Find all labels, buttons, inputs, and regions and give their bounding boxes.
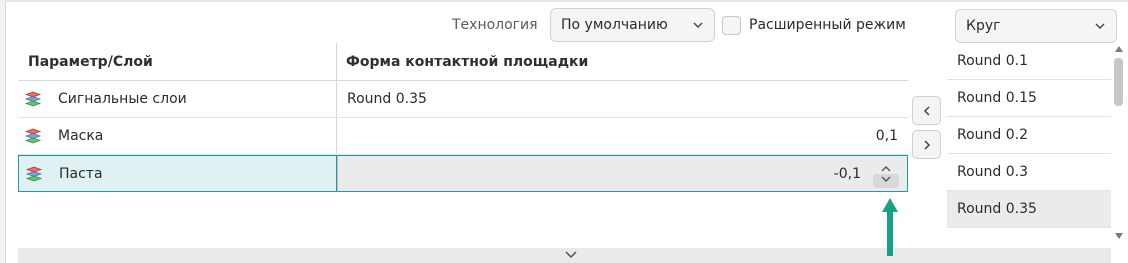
column-header-parameter[interactable]: Параметр/Слой bbox=[28, 43, 153, 81]
layers-stack-icon bbox=[25, 166, 43, 182]
shape-select[interactable]: Круг bbox=[955, 9, 1117, 43]
table-row[interactable]: Сигнальные слои Round 0.35 bbox=[18, 81, 908, 118]
column-header-pad-shape[interactable]: Форма контактной площадки bbox=[346, 43, 588, 81]
mask-value: 0,1 bbox=[875, 128, 898, 144]
list-scrollbar[interactable] bbox=[1112, 43, 1126, 248]
table-header: Параметр/Слой Форма контактной площадки bbox=[18, 43, 908, 81]
top-divider bbox=[5, 0, 1128, 2]
table-row[interactable]: Маска 0,1 bbox=[18, 118, 908, 155]
layers-stack-icon bbox=[24, 91, 42, 107]
expand-bar[interactable] bbox=[18, 248, 1111, 263]
chevron-right-icon bbox=[924, 140, 931, 150]
scroll-up-icon[interactable] bbox=[1115, 46, 1123, 52]
move-left-button[interactable] bbox=[912, 96, 941, 125]
layer-name: Паста bbox=[59, 166, 103, 182]
layer-name: Сигнальные слои bbox=[58, 91, 187, 107]
advanced-mode-label: Расширенный режим bbox=[749, 17, 906, 33]
chevron-down-icon bbox=[565, 251, 577, 259]
technology-label: Технология bbox=[452, 17, 538, 33]
move-right-button[interactable] bbox=[912, 130, 941, 159]
list-item[interactable]: Round 0.2 bbox=[947, 117, 1111, 154]
table-row-selected[interactable]: Паста -0,1 bbox=[18, 155, 908, 192]
layer-name: Маска bbox=[58, 128, 104, 144]
scrollbar-thumb[interactable] bbox=[1114, 58, 1123, 106]
layer-cell[interactable]: Сигнальные слои bbox=[18, 81, 337, 118]
pad-shape-value: Round 0.35 bbox=[347, 91, 427, 107]
advanced-mode-checkbox[interactable] bbox=[722, 16, 741, 35]
list-item-selected[interactable]: Round 0.35 bbox=[947, 191, 1111, 228]
shape-select-value: Круг bbox=[966, 18, 1001, 34]
technology-select[interactable]: По умолчанию bbox=[550, 8, 715, 42]
list-item[interactable]: Round 0.15 bbox=[947, 80, 1111, 117]
value-cell[interactable]: 0,1 bbox=[337, 118, 908, 155]
technology-select-value: По умолчанию bbox=[561, 17, 668, 33]
paste-value-editor[interactable]: -0,1 bbox=[337, 155, 908, 192]
list-item[interactable]: Round 0.1 bbox=[947, 43, 1111, 80]
paste-value: -0,1 bbox=[833, 166, 861, 182]
list-item[interactable]: Round 0.3 bbox=[947, 154, 1111, 191]
layers-stack-icon bbox=[24, 128, 42, 144]
chevron-left-icon bbox=[923, 106, 930, 116]
spinner-arrows bbox=[881, 166, 891, 182]
spinner-updown-icon[interactable] bbox=[873, 160, 899, 188]
chevron-down-icon bbox=[693, 22, 703, 28]
scroll-down-icon[interactable] bbox=[1115, 233, 1123, 239]
arrow-up-icon bbox=[882, 198, 898, 256]
chevron-down-icon bbox=[1095, 23, 1105, 29]
value-cell[interactable]: Round 0.35 bbox=[337, 81, 908, 118]
layer-cell[interactable]: Маска bbox=[18, 118, 337, 155]
layer-cell[interactable]: Паста bbox=[18, 155, 337, 192]
